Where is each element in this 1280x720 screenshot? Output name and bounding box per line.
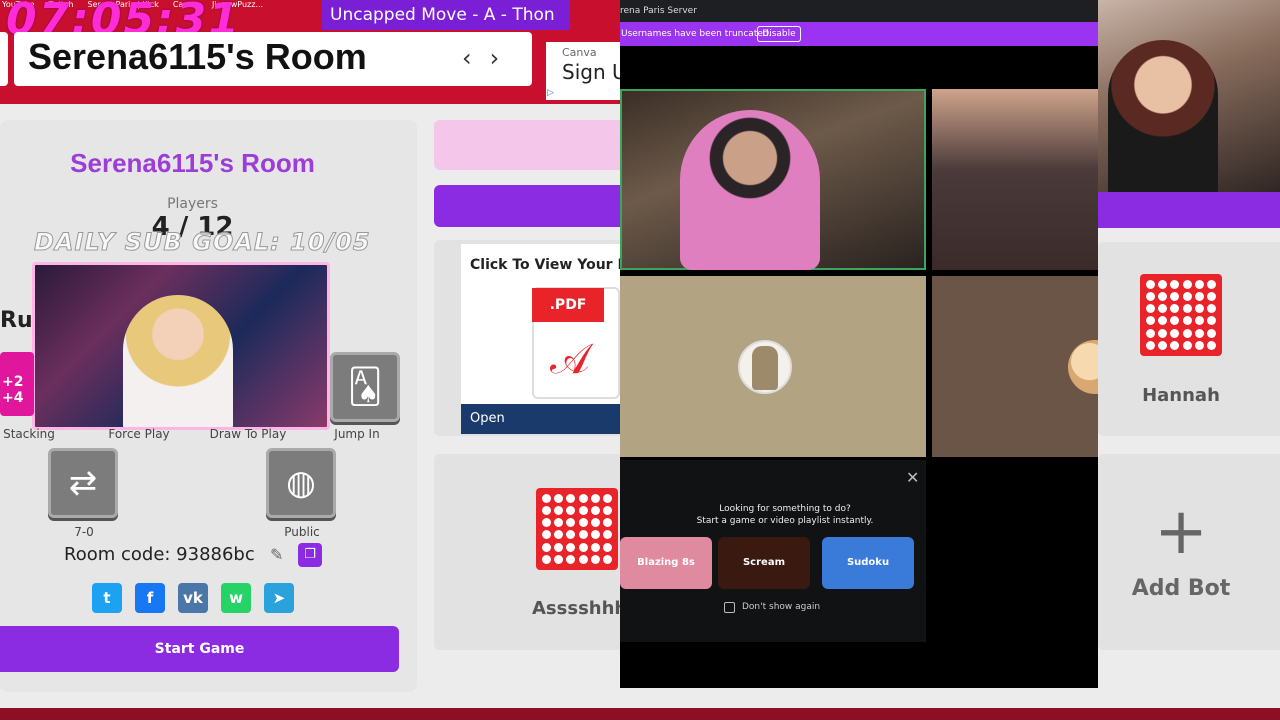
add-bot-button[interactable]: Add Bot [1098,576,1264,601]
swap-cards-icon: ⇄ [68,463,98,503]
players-label: Players [167,196,218,212]
rule-label-jump-in: Jump In [334,427,380,441]
sub-goal-text: DAILY SUB GOAL: 10/05 [34,228,371,257]
game-blazing-8s[interactable]: Blazing 8s [620,537,712,589]
video-tile[interactable] [932,89,1098,270]
game-scream[interactable]: Scream [718,537,810,589]
server-title-bar: rena Paris Server [620,0,1098,22]
telegram-icon: ➤ [272,589,286,607]
disable-button[interactable]: Disable [757,26,801,42]
player-avatar-card [1140,274,1222,356]
share-facebook-button[interactable]: f [135,583,165,613]
mid-purple-bar [434,185,620,227]
facebook-icon: f [146,589,154,607]
room-heading: Serena6115's Room [70,148,315,178]
pdf-open-button[interactable]: Open [461,404,620,434]
share-whatsapp-button[interactable]: w [221,583,251,613]
pdf-ad-title[interactable]: Click To View Your P [470,257,620,273]
rule-public-card[interactable]: ◍ [266,448,336,518]
rule-label-draw-to-play: Draw To Play [209,427,287,441]
avatar-figure [752,346,778,390]
dot-pattern [536,488,618,570]
stacking-badge: +2 +4 [2,374,24,406]
rule-label-public: Public [284,525,320,539]
game-title: Sudoku Together [846,557,890,568]
game-sudoku-together[interactable]: Sudoku Together [822,537,914,589]
dont-show-label[interactable]: Don't show again [742,602,820,612]
popup-title-line-2: Start a game or video playlist instantly… [696,516,874,526]
share-vk-button[interactable]: vk [178,583,208,613]
chevron-right-icon[interactable]: › [490,44,500,72]
globe-icon: ◍ [286,463,316,503]
dot-pattern [1140,274,1222,356]
title-bar-left-notch [0,32,8,86]
acrobat-icon: 𝒜 [550,334,590,383]
plus-icon[interactable]: + [1098,500,1264,564]
share-twitter-button[interactable]: t [92,583,122,613]
right-purple-bar [1098,192,1280,228]
start-game-button[interactable]: Start Game [0,626,399,672]
streamer-figure [1108,40,1218,200]
cards-icon: 🂡 [347,367,383,407]
copy-button[interactable]: ❐ [298,543,322,567]
bottom-bar [0,708,1280,720]
rule-seven-zero-card[interactable]: ⇄ [48,448,118,518]
rule-stacking-card[interactable]: +2 +4 [0,352,34,416]
dont-show-checkbox[interactable] [724,602,735,613]
popup-title-line-1: Looking for something to do? [719,504,851,514]
carousel-nav: ‹ › [462,44,499,72]
pdf-badge: .PDF [532,288,604,322]
ad-choices-icon[interactable]: ▷ [547,88,554,98]
room-title: Serena6115's Room [28,36,367,77]
chevron-left-icon[interactable]: ‹ [462,44,472,72]
mid-pink-bar [434,120,620,170]
player-avatar-card [536,488,618,570]
rule-label-seven-zero: 7-0 [74,525,94,539]
truncation-notice: Usernames have been truncated. [620,22,1098,46]
vk-icon: vk [183,589,203,607]
copy-icon: ❐ [304,547,316,562]
rule-label-force-play: Force Play [108,427,170,441]
game-title: Blazing 8s [637,557,695,568]
share-telegram-button[interactable]: ➤ [264,583,294,613]
popup-title: Looking for something to do? Start a gam… [620,503,950,527]
ad-brand: Canva [562,46,597,59]
ad-cta[interactable]: Sign U [562,60,627,84]
player-name: Asssshhh [532,598,628,619]
marquee-banner: Uncapped Move - A - Thon [322,0,570,30]
close-icon[interactable]: ✕ [906,468,919,487]
twitter-icon: t [103,589,111,607]
room-code: Room code: 93886bc [64,544,255,565]
game-title: Scream [742,557,785,568]
rule-jump-in-card[interactable]: 🂡 [330,352,400,422]
rule-label-stacking: Stacking [3,427,55,441]
participant-figure [680,110,820,270]
player-name: Hannah [1142,385,1220,406]
streamer-figure [123,295,233,427]
whatsapp-icon: w [229,589,243,607]
edit-icon[interactable]: ✎ [270,545,283,564]
webcam-overlay [32,262,330,430]
